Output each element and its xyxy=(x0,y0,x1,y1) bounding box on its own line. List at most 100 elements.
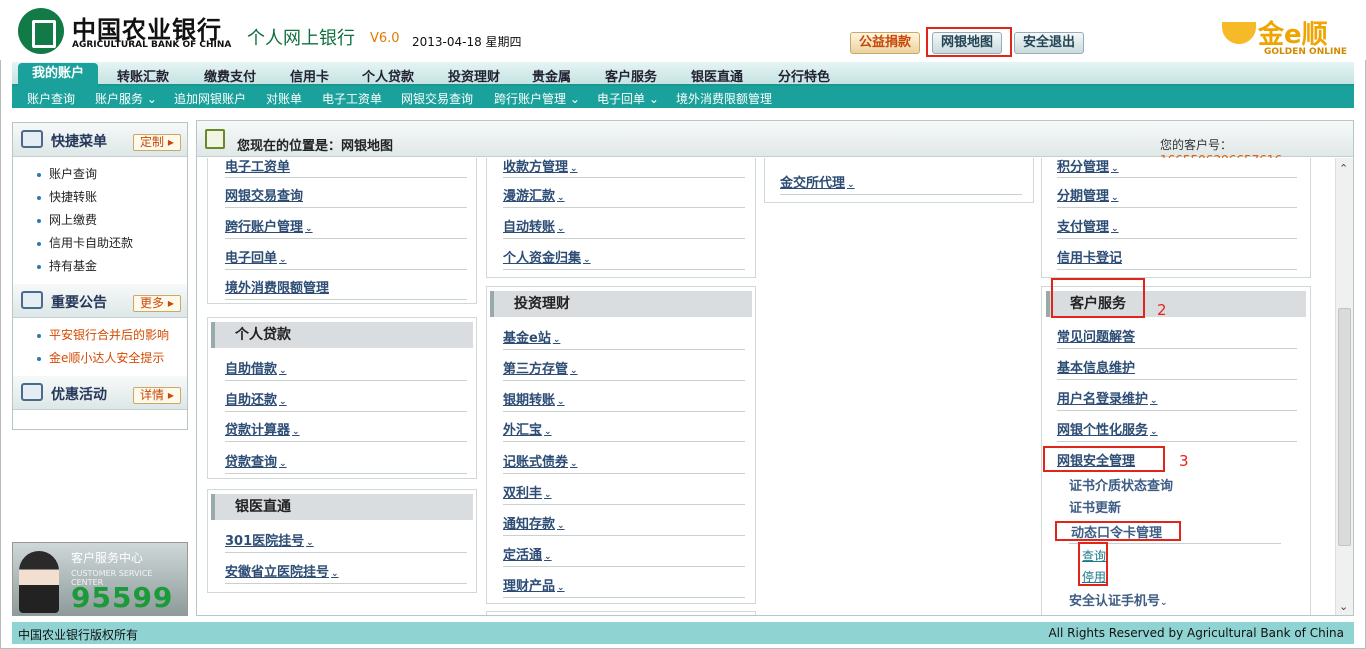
link-interbank-label: 跨行账户管理 xyxy=(225,220,304,235)
link-username-login[interactable]: 用户名登录维护 ⌄ xyxy=(1057,388,1158,407)
subnav-receipt-label: 电子回单 xyxy=(597,92,646,106)
quick-menu-list: 账户查询 快捷转账 网上缴费 信用卡自助还款 持有基金 xyxy=(13,157,187,284)
link-bonds[interactable]: 记账式债券 ⌄ xyxy=(503,451,578,470)
subnav-account-query[interactable]: 账户查询 xyxy=(27,90,75,107)
link-roaming-remit-label: 漫游汇款 xyxy=(503,189,556,204)
link-payee-manage[interactable]: 收款方管理 ⌄ xyxy=(503,156,578,175)
quick-item[interactable]: 网上缴费 xyxy=(35,209,187,232)
link-futures-transfer[interactable]: 银期转账 ⌄ xyxy=(503,389,565,408)
subnav-overseas-limit[interactable]: 境外消费限额管理 xyxy=(676,90,772,107)
scroll-thumb[interactable] xyxy=(1338,308,1351,546)
notice-item[interactable]: 金e顺小达人安全提示 xyxy=(35,347,187,370)
link-payroll[interactable]: 电子工资单 xyxy=(225,156,290,175)
link-cert-status[interactable]: 证书介质状态查询 xyxy=(1069,475,1173,494)
subnav-statement[interactable]: 对账单 xyxy=(266,90,302,107)
chevron-down-icon: ⌄ xyxy=(279,459,287,469)
quick-menu: 快捷菜单 定制 ▸ 账户查询 快捷转账 网上缴费 信用卡自助还款 持有基金 xyxy=(13,123,187,284)
nav-tab-service[interactable]: 客户服务 xyxy=(605,66,657,85)
nav-tab-payment[interactable]: 缴费支付 xyxy=(204,66,256,85)
quick-item[interactable]: 账户查询 xyxy=(35,163,187,186)
link-loan-query[interactable]: 贷款查询 ⌄ xyxy=(225,451,287,470)
more-button[interactable]: 更多 ▸ xyxy=(133,295,181,312)
nav-tab-branch[interactable]: 分行特色 xyxy=(778,66,830,85)
link-personalize[interactable]: 网银个性化服务 ⌄ xyxy=(1057,419,1158,438)
link-forex[interactable]: 外汇宝 ⌄ xyxy=(503,419,552,438)
link-interbank[interactable]: 跨行账户管理 ⌄ xyxy=(225,216,313,235)
link-payment-manage[interactable]: 支付管理 ⌄ xyxy=(1057,216,1119,235)
scroll-down-icon[interactable]: ⌄ xyxy=(1339,600,1348,613)
link-301-hospital[interactable]: 301医院挂号 ⌄ xyxy=(225,530,314,549)
arrow-right-icon: ▸ xyxy=(167,388,174,402)
link-self-repay[interactable]: 自助还款 ⌄ xyxy=(225,389,287,408)
link-gold-exchange[interactable]: 金交所代理 ⌄ xyxy=(780,172,855,191)
subnav-interbank[interactable]: 跨行账户管理 ⌄ xyxy=(494,90,580,107)
charity-button[interactable]: 公益捐款 xyxy=(850,32,921,54)
nav-tab-credit-card[interactable]: 信用卡 xyxy=(290,66,329,85)
scroll-up-icon[interactable]: ⌃ xyxy=(1339,162,1348,175)
link-self-borrow[interactable]: 自助借款 ⌄ xyxy=(225,358,287,377)
vertical-scrollbar[interactable]: ⌃ ⌄ xyxy=(1335,158,1353,615)
link-wealth-products[interactable]: 理财产品 ⌄ xyxy=(503,575,565,594)
link-card-register[interactable]: 信用卡登记 xyxy=(1057,247,1122,266)
chevron-down-icon: ⌄ xyxy=(557,193,565,203)
link-overseas-limit[interactable]: 境外消费限额管理 xyxy=(225,277,329,296)
nav-tab-metal[interactable]: 贵金属 xyxy=(532,66,571,85)
link-payment-manage-label: 支付管理 xyxy=(1057,220,1110,235)
breadcrumb-label: 您现在的位置是：网银地图 xyxy=(237,139,394,154)
link-txn-query[interactable]: 网银交易查询 xyxy=(225,185,303,204)
subnav-payroll[interactable]: 电子工资单 xyxy=(322,90,382,107)
nav-tab-transfer[interactable]: 转账汇款 xyxy=(117,66,169,85)
chevron-down-icon: ⌄ xyxy=(557,521,565,531)
link-bonds-label: 记账式债券 xyxy=(503,455,569,470)
quick-item[interactable]: 持有基金 xyxy=(35,255,187,278)
link-anhui-hospital[interactable]: 安徽省立医院挂号 ⌄ xyxy=(225,561,339,580)
arrow-right-icon: ▸ xyxy=(167,296,174,310)
chevron-down-icon: ⌄ xyxy=(557,583,565,593)
divider xyxy=(225,473,467,474)
link-roaming-remit[interactable]: 漫游汇款 ⌄ xyxy=(503,185,565,204)
link-installment[interactable]: 分期管理 ⌄ xyxy=(1057,185,1119,204)
divider xyxy=(503,269,745,270)
subnav-receipt[interactable]: 电子回单 ⌄ xyxy=(597,90,659,107)
divider xyxy=(1057,441,1297,442)
nav-tab-loan[interactable]: 个人贷款 xyxy=(362,66,414,85)
chevron-down-icon: ⌄ xyxy=(557,397,565,407)
divider xyxy=(1057,207,1297,208)
link-basic-info[interactable]: 基本信息维护 xyxy=(1057,357,1135,376)
notice-item[interactable]: 平安银行合并后的影响 xyxy=(35,324,187,347)
link-points-manage[interactable]: 积分管理 ⌄ xyxy=(1057,156,1119,175)
link-security-phone[interactable]: 安全认证手机号⌄ xyxy=(1069,590,1168,609)
logout-button[interactable]: 安全退出 xyxy=(1014,32,1085,54)
link-fund-pooling[interactable]: 个人资金归集 ⌄ xyxy=(503,247,591,266)
nav-tab-invest[interactable]: 投资理财 xyxy=(448,66,500,85)
chevron-down-icon: ⌄ xyxy=(544,552,552,562)
subnav-account-service[interactable]: 账户服务 ⌄ xyxy=(95,90,157,107)
notice-icon xyxy=(21,291,43,309)
link-dinghuotong[interactable]: 定活通 ⌄ xyxy=(503,544,552,563)
link-loan-calculator[interactable]: 贷款计算器 ⌄ xyxy=(225,419,300,438)
quick-menu-header: 快捷菜单 定制 ▸ xyxy=(13,123,187,157)
link-third-party[interactable]: 第三方存管 ⌄ xyxy=(503,358,578,377)
link-auto-transfer[interactable]: 自动转账 ⌄ xyxy=(503,216,565,235)
date-label: 2013-04-18 星期四 xyxy=(412,35,522,49)
nav-tab-hospital[interactable]: 银医直通 xyxy=(691,66,743,85)
chevron-down-icon: ⌄ xyxy=(1160,598,1168,608)
chevron-down-icon: ⌄ xyxy=(1111,164,1119,174)
link-faq[interactable]: 常见问题解答 xyxy=(1057,326,1135,345)
subnav-txn-query[interactable]: 网银交易查询 xyxy=(401,90,473,107)
customize-button[interactable]: 定制 ▸ xyxy=(133,134,181,151)
details-button[interactable]: 详情 ▸ xyxy=(133,387,181,404)
link-notice-deposit[interactable]: 通知存款 ⌄ xyxy=(503,513,565,532)
link-fund-estation[interactable]: 基金e站 ⌄ xyxy=(503,327,560,346)
quick-item[interactable]: 信用卡自助还款 xyxy=(35,232,187,255)
link-receipt[interactable]: 电子回单 ⌄ xyxy=(225,247,287,266)
nav-tab-my-account[interactable]: 我的账户 xyxy=(18,63,98,86)
customer-service-banner[interactable]: 客户服务中心 CUSTOMER SERVICE CENTER 95599 xyxy=(12,542,188,616)
bank-name-en: AGRICULTURAL BANK OF CHINA xyxy=(72,40,232,50)
details-button-label: 详情 xyxy=(140,388,165,402)
link-cert-update[interactable]: 证书更新 xyxy=(1069,497,1121,516)
quick-item[interactable]: 快捷转账 xyxy=(35,186,187,209)
link-shuanglifeng[interactable]: 双利丰 ⌄ xyxy=(503,482,552,501)
subnav-add-account[interactable]: 追加网银账户 xyxy=(174,90,246,107)
link-personalize-label: 网银个性化服务 xyxy=(1057,423,1149,438)
